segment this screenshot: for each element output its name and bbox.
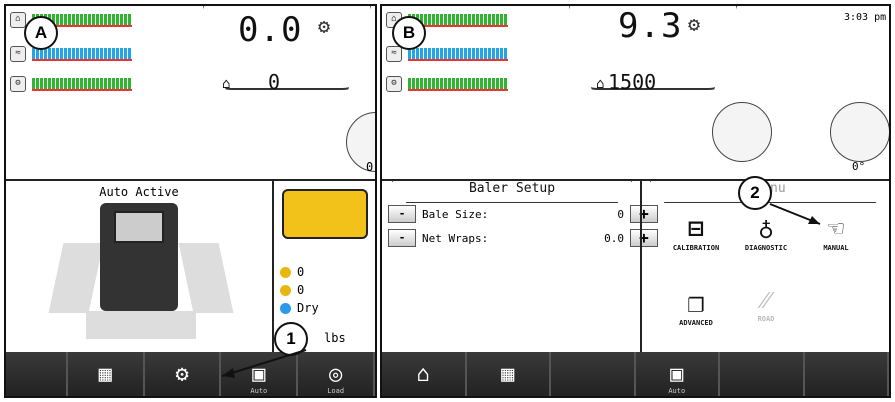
arrow-head [222,368,235,378]
callout-arrows [221,203,821,378]
arrow-line [221,349,307,377]
